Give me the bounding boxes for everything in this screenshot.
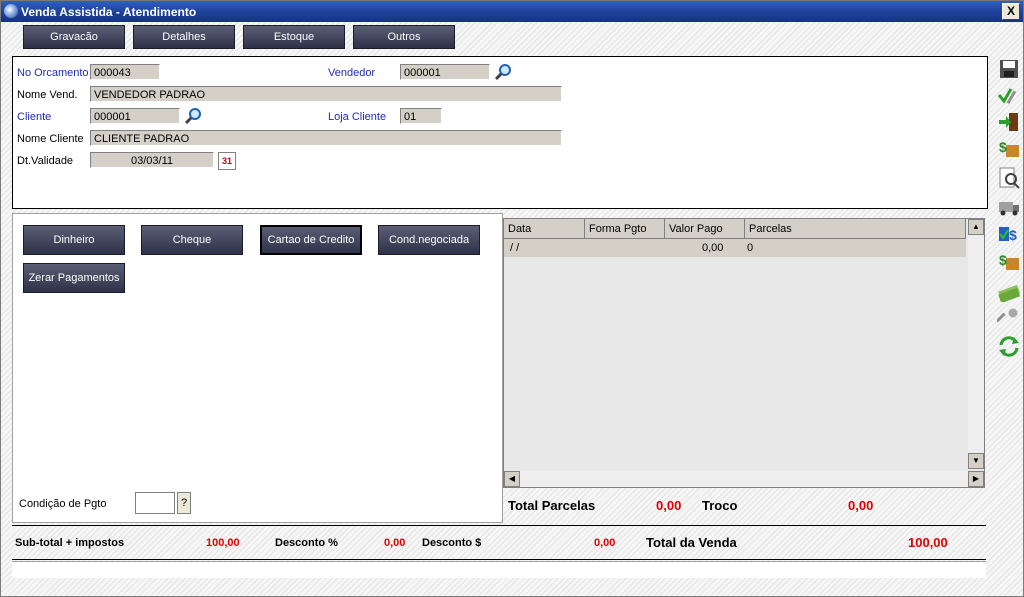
title-bar: Venda Assistida - Atendimento X xyxy=(1,1,1023,22)
grid-header-data[interactable]: Data xyxy=(504,219,585,239)
check-tools-icon[interactable] xyxy=(997,84,1021,106)
save-icon[interactable] xyxy=(997,58,1021,80)
cash-icon[interactable] xyxy=(997,280,1021,302)
total-parcelas-value: 0,00 xyxy=(656,498,682,513)
dinheiro-button[interactable]: Dinheiro xyxy=(23,225,125,255)
scroll-left-icon[interactable]: ◀ xyxy=(504,471,520,487)
nome-vend-label: Nome Vend. xyxy=(17,89,78,101)
app-icon xyxy=(4,4,18,18)
estoque-button[interactable]: Estoque xyxy=(243,25,345,49)
main-window: Venda Assistida - Atendimento X Gravacão… xyxy=(0,0,1024,597)
troco-label: Troco xyxy=(702,498,738,513)
nome-cliente-field[interactable]: CLIENTE PADRAO xyxy=(90,130,562,146)
row-parcelas: 0 xyxy=(747,242,754,254)
check-dollar-icon[interactable]: $ xyxy=(997,223,1021,245)
scroll-right-icon[interactable]: ▶ xyxy=(968,471,984,487)
preview-icon[interactable] xyxy=(997,167,1021,189)
divider xyxy=(12,525,986,526)
cond-negociada-button[interactable]: Cond.negociada xyxy=(378,225,480,255)
nome-cliente-label: Nome Cliente xyxy=(17,133,84,145)
desconto-valor-value: 0,00 xyxy=(594,537,616,549)
cond-pgto-label: Condição de Pgto xyxy=(19,498,107,510)
loja-cliente-label: Loja Cliente xyxy=(328,111,387,123)
svg-text:$: $ xyxy=(1009,227,1017,243)
close-button[interactable]: X xyxy=(1002,3,1020,20)
horizontal-scrollbar[interactable]: ◀ ▶ xyxy=(504,471,984,487)
total-venda-value: 100,00 xyxy=(908,535,948,550)
table-row[interactable]: / / 0,00 0 xyxy=(504,239,966,257)
gravacao-button[interactable]: Gravacão xyxy=(23,25,125,49)
money-box-icon[interactable]: $ xyxy=(997,138,1021,160)
subtotal-label: Sub-total + impostos xyxy=(15,537,125,549)
validade-label: Dt.Validade xyxy=(17,155,74,167)
desconto-pct-label: Desconto % xyxy=(275,537,338,549)
desconto-valor-label: Desconto $ xyxy=(422,537,482,549)
cheque-button[interactable]: Cheque xyxy=(141,225,243,255)
refresh-icon[interactable] xyxy=(997,335,1021,357)
row-valor: 0,00 xyxy=(702,242,724,254)
payment-panel xyxy=(12,213,503,523)
truck-icon[interactable] xyxy=(997,196,1021,218)
loja-cliente-field[interactable]: 01 xyxy=(400,108,442,124)
status-bar xyxy=(12,561,986,578)
outros-button[interactable]: Outros xyxy=(353,25,455,49)
zerar-pagamentos-button[interactable]: Zerar Pagamentos xyxy=(23,263,125,293)
cliente-label: Cliente xyxy=(17,111,52,123)
grid-header-valor[interactable]: Valor Pago xyxy=(665,219,745,239)
vendedor-label: Vendedor xyxy=(328,67,376,79)
troco-value: 0,00 xyxy=(848,498,874,513)
cond-pgto-field[interactable] xyxy=(135,492,175,514)
calendar-icon[interactable]: 31 xyxy=(218,152,236,170)
cliente-search-icon[interactable] xyxy=(184,107,202,125)
scroll-up-icon[interactable]: ▲ xyxy=(968,219,984,235)
divider xyxy=(12,559,986,560)
window-title: Venda Assistida - Atendimento xyxy=(21,5,197,19)
exit-door-icon[interactable] xyxy=(997,111,1021,133)
grid-header-parcelas[interactable]: Parcelas xyxy=(745,219,966,239)
validade-field[interactable]: 03/03/11 xyxy=(90,152,214,168)
total-parcelas-label: Total Parcelas xyxy=(508,498,596,513)
money-box-2-icon[interactable]: $ xyxy=(997,251,1021,273)
total-venda-label: Total da Venda xyxy=(646,535,737,550)
cliente-field[interactable]: 000001 xyxy=(90,108,180,124)
scroll-down-icon[interactable]: ▼ xyxy=(968,453,984,469)
row-data: / / xyxy=(510,242,520,254)
vertical-scrollbar[interactable]: ▲ ▼ xyxy=(968,219,984,469)
vendedor-field[interactable]: 000001 xyxy=(400,64,490,80)
detalhes-button[interactable]: Detalhes xyxy=(133,25,235,49)
orcamento-label: No Orcamento xyxy=(17,67,89,79)
nome-vend-field[interactable]: VENDEDOR PADRAO xyxy=(90,86,562,102)
svg-text:$: $ xyxy=(999,139,1007,155)
cartao-credito-button[interactable]: Cartao de Credito xyxy=(260,225,362,255)
key-icon[interactable] xyxy=(997,307,1021,329)
cond-pgto-help-button[interactable]: ? xyxy=(177,492,191,514)
svg-text:$: $ xyxy=(999,252,1007,268)
subtotal-value: 100,00 xyxy=(206,537,240,549)
vendedor-search-icon[interactable] xyxy=(494,63,512,81)
payments-grid: Data Forma Pgto Valor Pago Parcelas / / … xyxy=(503,218,985,488)
grid-header-forma[interactable]: Forma Pgto xyxy=(585,219,665,239)
orcamento-field[interactable]: 000043 xyxy=(90,64,160,80)
desconto-pct-value: 0,00 xyxy=(384,537,406,549)
